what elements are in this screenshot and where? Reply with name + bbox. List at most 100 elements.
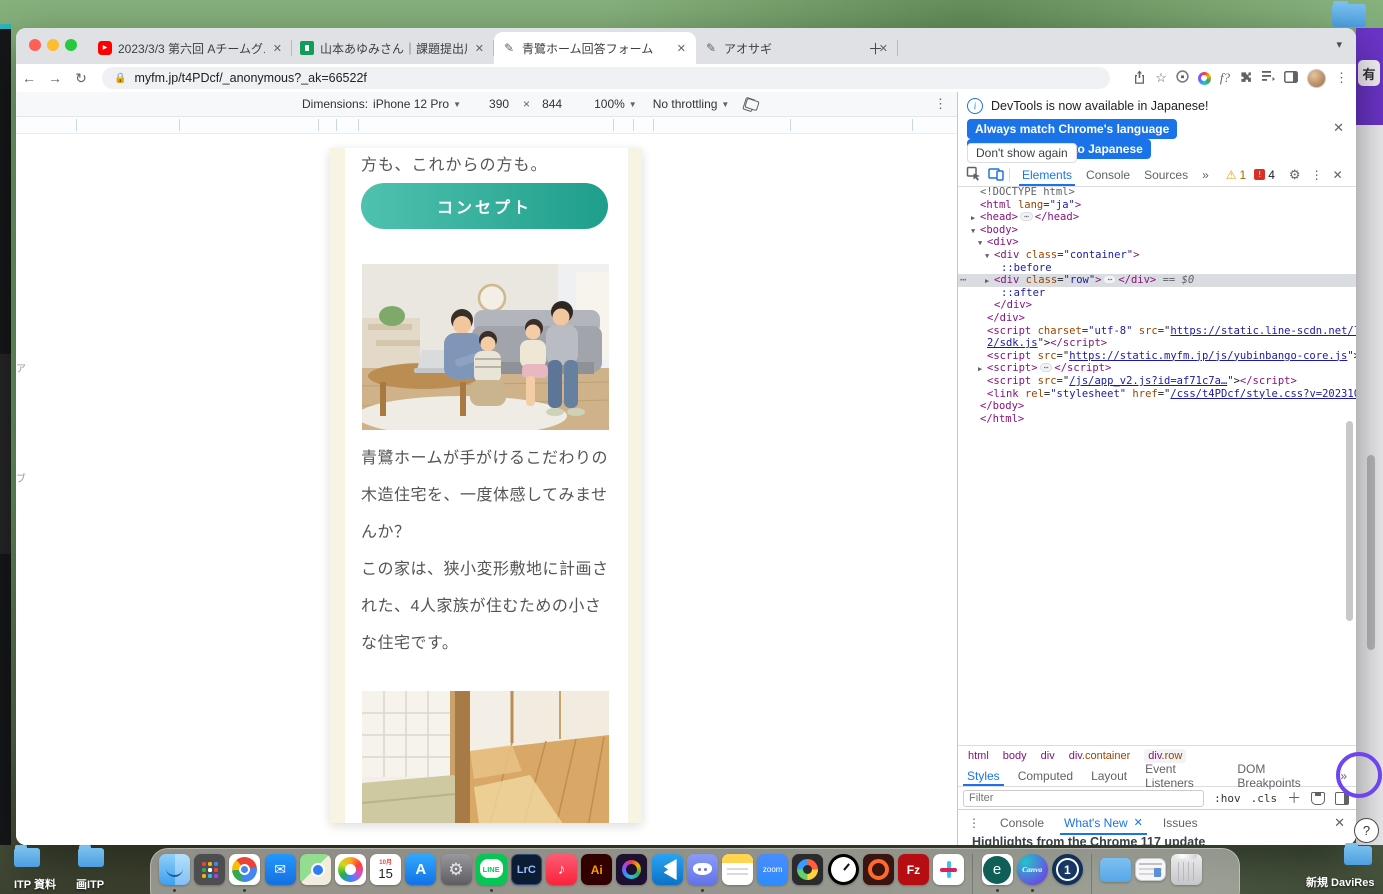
dom-node[interactable]: 2/sdk.js"></script> xyxy=(958,337,1356,350)
floating-circle-widget[interactable] xyxy=(1336,752,1382,798)
toggle-hover-state-button[interactable]: :hov xyxy=(1214,792,1241,805)
password-extension-icon[interactable] xyxy=(1176,70,1189,86)
drawer-tab-whats-new[interactable]: What's New ✕ xyxy=(1054,810,1153,835)
dock-photos-icon[interactable] xyxy=(335,854,366,885)
tab-close-icon[interactable]: ✕ xyxy=(271,42,284,55)
dock-clock-icon[interactable] xyxy=(828,854,859,885)
dom-node[interactable]: <script src="https://static.myfm.jp/js/y… xyxy=(958,350,1356,363)
dock-launchpad-icon[interactable] xyxy=(194,854,225,885)
tab-list-extension-icon[interactable] xyxy=(1262,71,1275,86)
dom-node[interactable]: <link rel="stylesheet" href="/css/t4PDcf… xyxy=(958,388,1356,401)
dom-node[interactable]: ▼<body> xyxy=(958,224,1356,237)
dock-chrome-icon[interactable] xyxy=(229,854,260,885)
elements-tree[interactable]: <!DOCTYPE html> <html lang="ja">▶<head>⋯… xyxy=(958,186,1356,428)
more-tabs-chevron-icon[interactable]: » xyxy=(1195,163,1216,186)
dock-vscode-icon[interactable] xyxy=(652,854,683,885)
dock-eset-icon[interactable]: e xyxy=(982,854,1013,885)
fonts-extension-icon[interactable]: f? xyxy=(1220,70,1230,86)
address-bar[interactable]: 🔒 myfm.jp/t4PDcf/_anonymous?_ak=66522f xyxy=(102,67,1110,89)
styles-filter-input[interactable] xyxy=(963,790,1204,807)
desktop-folder-icon[interactable] xyxy=(1344,846,1372,865)
dock-lightroom-icon[interactable]: LrC xyxy=(511,854,542,885)
back-button[interactable]: ← xyxy=(16,70,42,86)
dom-node[interactable]: ::after xyxy=(958,287,1356,300)
zoom-select[interactable]: 100% xyxy=(594,97,625,111)
dont-show-again-button[interactable]: Don't show again xyxy=(967,143,1077,163)
dom-node[interactable]: <!DOCTYPE html> xyxy=(958,186,1356,199)
dock-slack-icon[interactable] xyxy=(933,854,964,885)
color-wheel-extension-icon[interactable] xyxy=(1198,72,1211,85)
tab-console[interactable]: Console xyxy=(1079,163,1137,186)
desktop-folder-icon[interactable] xyxy=(1332,4,1366,27)
elements-scrollbar[interactable] xyxy=(1346,421,1353,621)
dom-node[interactable]: </div> xyxy=(958,312,1356,325)
reload-button[interactable]: ↻ xyxy=(68,70,94,87)
profile-avatar[interactable] xyxy=(1307,69,1326,88)
style-tab-styles[interactable]: Styles xyxy=(958,766,1009,786)
dock-settings-icon[interactable]: ⚙ xyxy=(441,854,472,885)
style-tab-dom-breakpoints[interactable]: DOM Breakpoints xyxy=(1228,766,1331,786)
infobar-close-icon[interactable]: ✕ xyxy=(1333,120,1344,136)
devtools-settings-gear-icon[interactable]: ⚙ xyxy=(1289,167,1301,183)
tab-search-chevron-icon[interactable]: ▾ xyxy=(1336,38,1342,51)
browser-tab-1[interactable]: 山本あゆみさん｜課題提出用シー✕ xyxy=(292,32,494,64)
dock-canva-icon[interactable]: Canva xyxy=(1017,854,1048,885)
drawer-tab-console[interactable]: Console xyxy=(990,810,1054,835)
dock-onepassword-icon[interactable]: 1 xyxy=(1052,854,1083,885)
breadcrumb-item[interactable]: div.row xyxy=(1144,749,1186,763)
device-select[interactable]: iPhone 12 Pro xyxy=(373,97,449,111)
viewport-height-field[interactable]: 844 xyxy=(542,97,562,111)
tab-elements[interactable]: Elements xyxy=(1015,163,1079,186)
media-query-bar[interactable] xyxy=(16,117,958,134)
style-tab-event-listeners[interactable]: Event Listeners xyxy=(1136,766,1228,786)
forward-button[interactable]: → xyxy=(42,70,68,86)
share-icon[interactable] xyxy=(1133,70,1146,87)
dom-node[interactable]: ▶<script>⋯</script> xyxy=(958,362,1356,375)
breadcrumb-item[interactable]: div.container xyxy=(1069,750,1131,762)
dom-node[interactable]: <script charset="utf-8" src="https://sta… xyxy=(958,325,1356,338)
warnings-badge[interactable]: ⚠ 1 xyxy=(1226,168,1246,182)
new-tab-button[interactable]: ＋ xyxy=(868,38,883,59)
whats-new-close-icon[interactable]: ✕ xyxy=(1134,816,1143,829)
style-tab-layout[interactable]: Layout xyxy=(1082,766,1136,786)
desktop-folder-icon[interactable] xyxy=(14,848,40,867)
dock-downloads-icon[interactable] xyxy=(1100,854,1131,885)
device-toolbar-kebab-icon[interactable]: ⋮ xyxy=(934,96,947,112)
always-match-language-button[interactable]: Always match Chrome's language xyxy=(967,119,1177,139)
help-button[interactable]: ? xyxy=(1354,818,1379,843)
tab-sources[interactable]: Sources xyxy=(1137,163,1195,186)
dom-node[interactable]: ▼<div> xyxy=(958,236,1356,249)
dom-node[interactable]: <script src="/js/app_v2.js?id=af71c7a…">… xyxy=(958,375,1356,388)
inspect-element-icon[interactable] xyxy=(966,166,981,184)
dock-creativecloud-icon[interactable] xyxy=(616,854,647,885)
side-panel-icon[interactable] xyxy=(1284,71,1298,86)
toggle-class-button[interactable]: .cls xyxy=(1251,792,1278,805)
breadcrumb-item[interactable]: html xyxy=(968,750,989,762)
dock-filezilla-icon[interactable]: Fz xyxy=(898,854,929,885)
bookmark-star-icon[interactable]: ☆ xyxy=(1155,70,1167,86)
devtools-menu-kebab-icon[interactable]: ⋮ xyxy=(1311,168,1323,182)
dom-node[interactable]: </html> xyxy=(958,413,1356,426)
browser-menu-kebab-icon[interactable]: ⋮ xyxy=(1335,70,1348,86)
devtools-close-icon[interactable]: ✕ xyxy=(1333,168,1343,182)
style-tab-computed[interactable]: Computed xyxy=(1009,766,1082,786)
minimize-window-button[interactable] xyxy=(47,39,59,51)
dock-davinci-icon[interactable] xyxy=(792,854,823,885)
new-style-rule-icon[interactable]: ＋ xyxy=(1287,788,1301,808)
dock-trash-icon[interactable] xyxy=(1171,854,1202,885)
dock-mail-icon[interactable]: ✉ xyxy=(265,854,296,885)
dock-appstore-icon[interactable]: A xyxy=(405,854,436,885)
dom-node[interactable]: ▶<head>⋯</head> xyxy=(958,211,1356,224)
dock-zoom-icon[interactable]: zoom xyxy=(757,854,788,885)
dock-finder-icon[interactable] xyxy=(159,854,190,885)
dom-node[interactable]: <html lang="ja"> xyxy=(958,199,1356,212)
dock-orange-icon[interactable] xyxy=(863,854,894,885)
tab-close-icon[interactable]: ✕ xyxy=(675,42,688,55)
dock-illustrator-icon[interactable]: Ai xyxy=(581,854,612,885)
dom-node[interactable]: ::before xyxy=(958,262,1356,275)
dock-screenshot-icon[interactable] xyxy=(1135,854,1166,885)
issues-badge[interactable]: ! 4 xyxy=(1254,168,1275,182)
breadcrumb-item[interactable]: div xyxy=(1041,750,1055,762)
rotate-viewport-icon[interactable] xyxy=(743,97,757,111)
browser-tab-2[interactable]: 青鷺ホーム回答フォーム✕ xyxy=(494,32,696,64)
